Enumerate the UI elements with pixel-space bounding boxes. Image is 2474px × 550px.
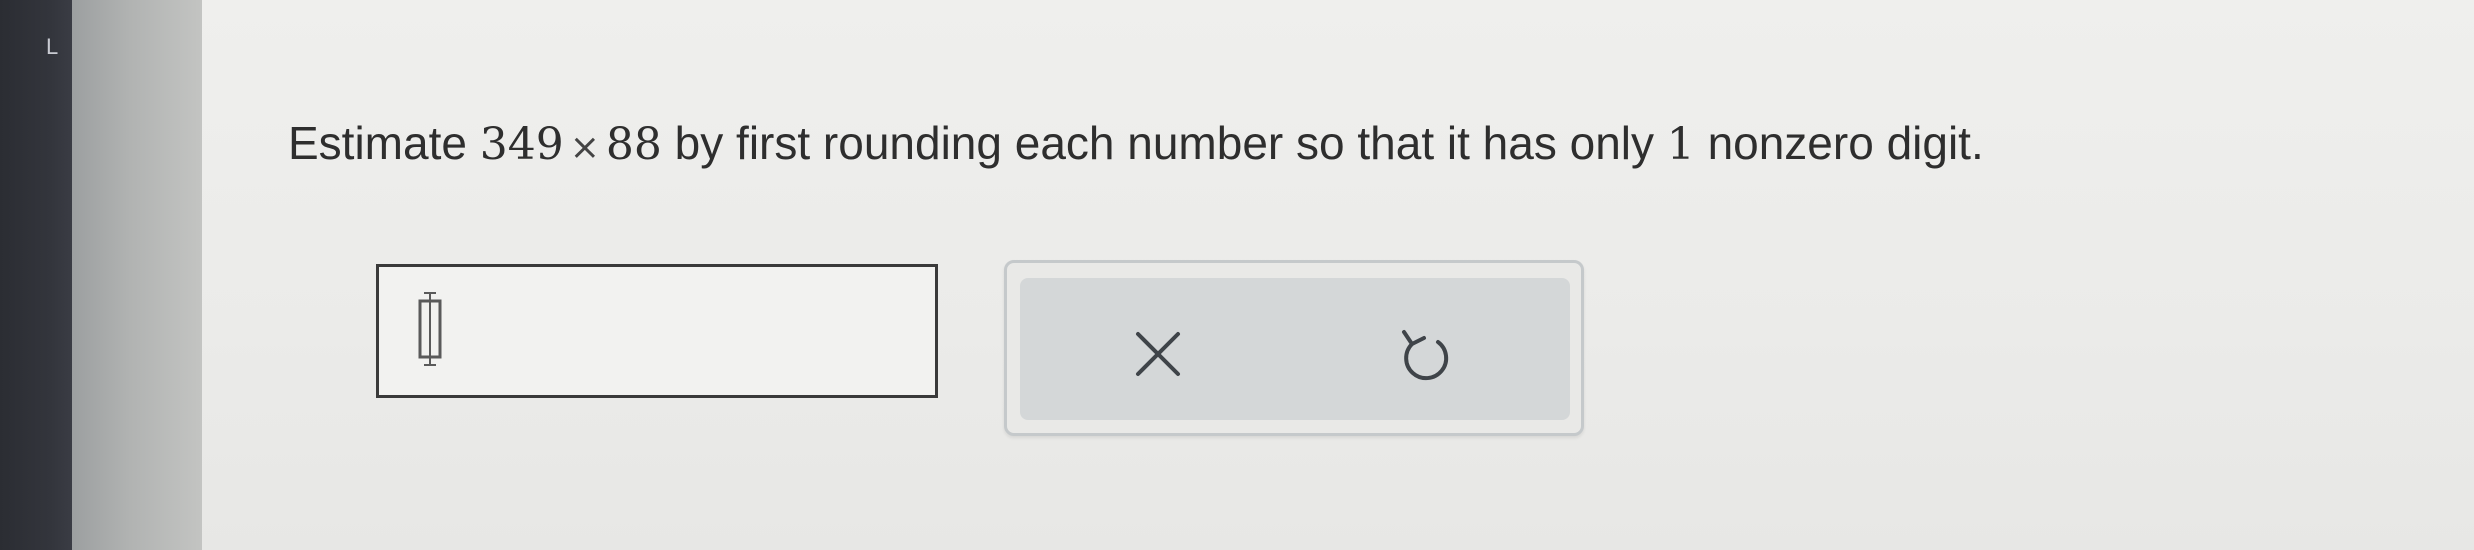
- number-a: 349: [479, 119, 564, 170]
- question-middle: by first rounding each number so that it…: [674, 117, 1654, 169]
- screen-bezel: [72, 0, 202, 550]
- question-suffix: nonzero digit.: [1707, 117, 1984, 169]
- text-cursor-icon: [418, 292, 442, 366]
- times-symbol: ×: [569, 127, 600, 168]
- tool-panel-inner: [1020, 278, 1570, 420]
- close-icon: [1136, 332, 1180, 376]
- number-b: 88: [605, 119, 662, 170]
- question-text: Estimate 349 × 88 by first rounding each n…: [288, 116, 1984, 170]
- screen-bezel-dark: L: [0, 0, 72, 550]
- nonzero-digit-count: 1: [1666, 119, 1695, 170]
- bezel-mark: L: [46, 34, 59, 59]
- question-prefix: Estimate: [288, 117, 467, 169]
- undo-icon: [1402, 330, 1449, 381]
- undo-button[interactable]: [1392, 322, 1458, 388]
- clear-button[interactable]: [1126, 322, 1190, 386]
- answer-input[interactable]: [376, 264, 938, 398]
